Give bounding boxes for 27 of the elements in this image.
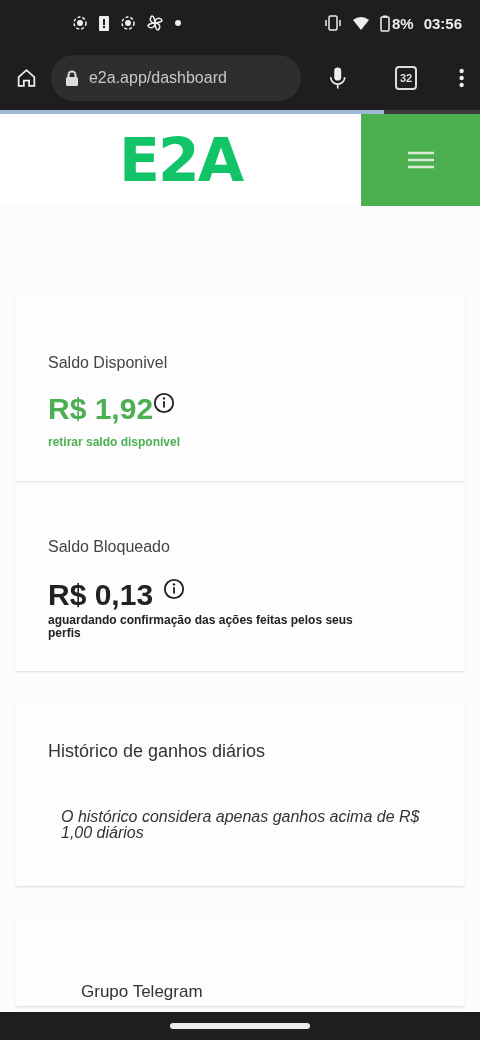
battery-alert-icon xyxy=(98,15,110,31)
wifi-icon xyxy=(351,15,370,31)
history-title: Histórico de ganhos diários xyxy=(48,740,267,762)
history-note: O histórico considera apenas ganhos acima de R$ 1,00 diários xyxy=(61,808,421,843)
balance-title: Saldo Bloqueado xyxy=(48,538,171,557)
battery-icon xyxy=(379,14,390,32)
microphone-icon[interactable] xyxy=(328,65,347,91)
balance-amount: R$ 0,13 xyxy=(48,578,154,613)
info-icon[interactable] xyxy=(163,578,186,601)
balance-title: Saldo Disponivel xyxy=(48,354,169,372)
record-icon xyxy=(120,15,136,31)
clock: 03:56 xyxy=(423,14,462,32)
balance-amount: R$ 1,92 xyxy=(48,392,154,426)
battery-percent: 8% xyxy=(391,14,414,32)
menu-icon xyxy=(407,151,434,169)
fan-icon xyxy=(146,14,164,32)
lock-icon xyxy=(64,70,79,86)
address-bar[interactable]: e2a.app/dashboard xyxy=(50,55,301,101)
vibrate-icon xyxy=(323,15,342,31)
info-icon[interactable] xyxy=(153,392,176,414)
record-icon xyxy=(72,15,88,31)
dot-icon xyxy=(174,19,182,27)
home-icon[interactable] xyxy=(16,66,37,90)
telegram-title: Grupo Telegram xyxy=(81,982,204,1003)
tab-switcher-button[interactable]: 32 xyxy=(395,66,417,90)
more-icon[interactable] xyxy=(458,67,464,89)
balance-note: aguardando confirmação das ações feitas pelos seus perfis xyxy=(48,614,354,641)
